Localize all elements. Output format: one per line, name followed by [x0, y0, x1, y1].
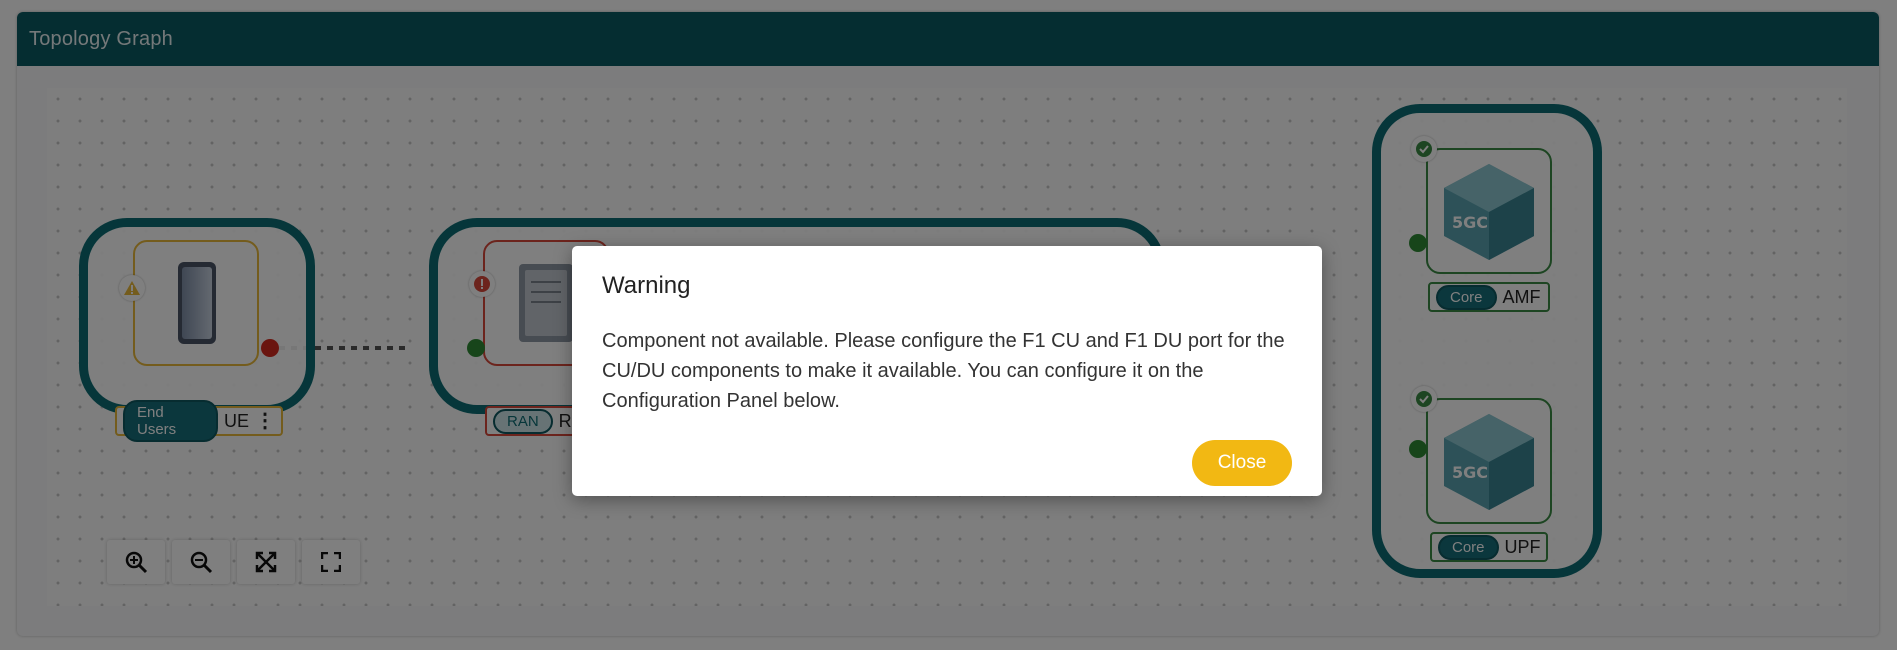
dialog-message: Component not available. Please configur… [602, 330, 1285, 412]
warning-dialog: Warning Component not available. Please … [572, 246, 1322, 496]
dialog-title: Warning [602, 272, 691, 299]
close-button[interactable]: Close [1192, 440, 1292, 486]
